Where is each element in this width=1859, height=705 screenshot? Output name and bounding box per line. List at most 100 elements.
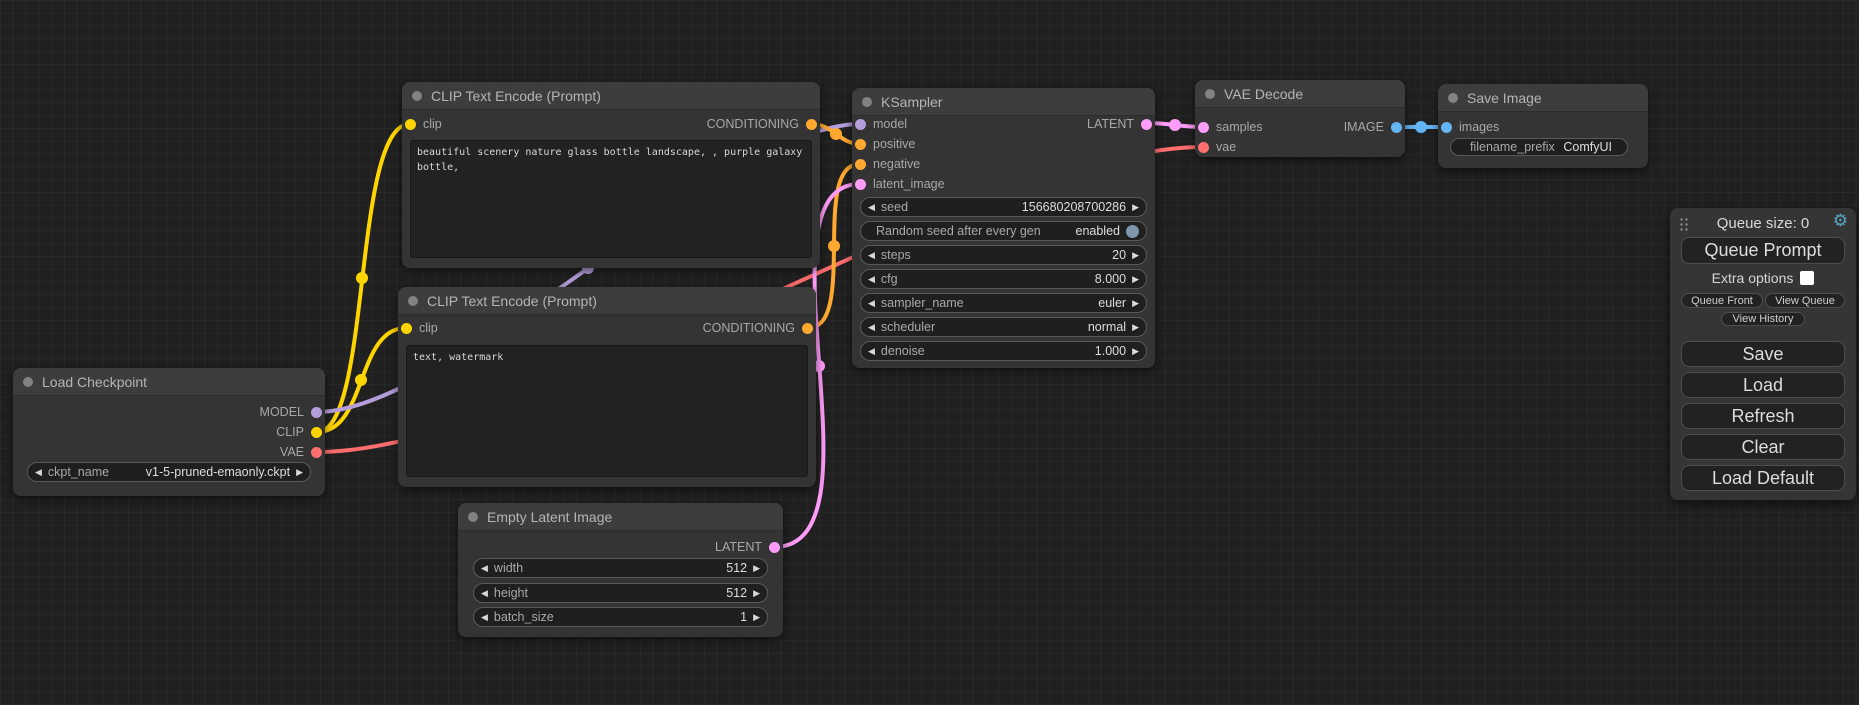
clip-port-icon[interactable] <box>401 323 412 334</box>
latent-port-icon[interactable] <box>769 542 780 553</box>
collapse-dot-icon[interactable] <box>862 97 872 107</box>
node-title-bar[interactable]: Load Checkpoint <box>13 368 325 396</box>
link-midpoint-dot[interactable] <box>355 374 367 386</box>
node-graph-canvas[interactable]: Load Checkpoint MODEL CLIP VAE ◀ ckpt_na… <box>0 0 1859 705</box>
scheduler-widget[interactable]: ◀ scheduler normal ▶ <box>860 317 1147 337</box>
link-midpoint-dot[interactable] <box>1169 119 1181 131</box>
image-port-icon[interactable] <box>1441 122 1452 133</box>
widget-label: height <box>494 586 528 600</box>
collapse-dot-icon[interactable] <box>23 377 33 387</box>
latent-port-icon[interactable] <box>1198 122 1209 133</box>
port-label: MODEL <box>260 405 304 419</box>
increment-arrow-icon[interactable]: ▶ <box>753 589 760 598</box>
increment-arrow-icon[interactable]: ▶ <box>296 468 303 477</box>
node-empty-latent-image[interactable]: Empty Latent Image LATENT ◀ width 512 ▶ … <box>458 503 783 637</box>
view-history-button[interactable]: View History <box>1721 312 1805 326</box>
conditioning-port-icon[interactable] <box>802 323 813 334</box>
increment-arrow-icon[interactable]: ▶ <box>1132 203 1139 212</box>
clear-button[interactable]: Clear <box>1681 434 1845 460</box>
save-button[interactable]: Save <box>1681 341 1845 367</box>
latent-port-icon[interactable] <box>855 179 866 190</box>
queue-prompt-button[interactable]: Queue Prompt <box>1681 237 1845 264</box>
latent-port-icon[interactable] <box>1141 119 1152 130</box>
clip-port-icon[interactable] <box>405 119 416 130</box>
extra-options-checkbox[interactable] <box>1800 271 1814 285</box>
conditioning-port-icon[interactable] <box>855 139 866 150</box>
input-samples: samples <box>1198 120 1263 134</box>
node-vae-decode[interactable]: VAE Decode samples vae IMAGE <box>1195 80 1405 157</box>
image-port-icon[interactable] <box>1391 122 1402 133</box>
node-clip-text-encode-negative[interactable]: CLIP Text Encode (Prompt) clip CONDITION… <box>398 287 816 487</box>
load-button[interactable]: Load <box>1681 372 1845 398</box>
cfg-widget[interactable]: ◀ cfg 8.000 ▶ <box>860 269 1147 289</box>
sampler-name-widget[interactable]: ◀ sampler_name euler ▶ <box>860 293 1147 313</box>
node-clip-text-encode-positive[interactable]: CLIP Text Encode (Prompt) clip CONDITION… <box>402 82 820 268</box>
increment-arrow-icon[interactable]: ▶ <box>1132 275 1139 284</box>
conditioning-port-icon[interactable] <box>806 119 817 130</box>
node-title-bar[interactable]: Empty Latent Image <box>458 503 783 531</box>
decrement-arrow-icon[interactable]: ◀ <box>35 468 42 477</box>
random-seed-widget[interactable]: Random seed after every gen enabled <box>860 221 1147 241</box>
link-midpoint-dot[interactable] <box>828 240 840 252</box>
link-midpoint-dot[interactable] <box>356 272 368 284</box>
queue-front-button[interactable]: Queue Front <box>1681 293 1763 308</box>
steps-widget[interactable]: ◀ steps 20 ▶ <box>860 245 1147 265</box>
model-port-icon[interactable] <box>311 407 322 418</box>
prompt-textarea[interactable]: text, watermark <box>406 345 808 477</box>
decrement-arrow-icon[interactable]: ◀ <box>868 347 875 356</box>
port-label: images <box>1459 120 1499 134</box>
batch-size-widget[interactable]: ◀ batch_size 1 ▶ <box>473 607 768 627</box>
node-title-bar[interactable]: CLIP Text Encode (Prompt) <box>398 287 816 315</box>
decrement-arrow-icon[interactable]: ◀ <box>481 613 488 622</box>
refresh-button[interactable]: Refresh <box>1681 403 1845 429</box>
height-widget[interactable]: ◀ height 512 ▶ <box>473 583 768 603</box>
node-save-image[interactable]: Save Image images filename_prefix ComfyU… <box>1438 84 1648 168</box>
port-label: CLIP <box>276 425 304 439</box>
collapse-dot-icon[interactable] <box>1205 89 1215 99</box>
width-widget[interactable]: ◀ width 512 ▶ <box>473 558 768 578</box>
link-midpoint-dot[interactable] <box>1415 121 1427 133</box>
collapse-dot-icon[interactable] <box>412 91 422 101</box>
denoise-widget[interactable]: ◀ denoise 1.000 ▶ <box>860 341 1147 361</box>
decrement-arrow-icon[interactable]: ◀ <box>481 564 488 573</box>
node-load-checkpoint[interactable]: Load Checkpoint MODEL CLIP VAE ◀ ckpt_na… <box>13 368 325 496</box>
toggle-dot-icon[interactable] <box>1126 225 1139 238</box>
filename-prefix-widget[interactable]: filename_prefix ComfyUI <box>1450 138 1628 156</box>
clip-port-icon[interactable] <box>311 427 322 438</box>
decrement-arrow-icon[interactable]: ◀ <box>868 203 875 212</box>
increment-arrow-icon[interactable]: ▶ <box>1132 323 1139 332</box>
widget-value: v1-5-pruned-emaonly.ckpt <box>146 465 290 479</box>
node-title-bar[interactable]: CLIP Text Encode (Prompt) <box>402 82 820 110</box>
collapse-dot-icon[interactable] <box>1448 93 1458 103</box>
increment-arrow-icon[interactable]: ▶ <box>1132 347 1139 356</box>
node-title-bar[interactable]: KSampler <box>852 88 1155 116</box>
decrement-arrow-icon[interactable]: ◀ <box>868 323 875 332</box>
node-ksampler[interactable]: KSampler model positive negative latent_… <box>852 88 1155 368</box>
decrement-arrow-icon[interactable]: ◀ <box>868 299 875 308</box>
increment-arrow-icon[interactable]: ▶ <box>753 613 760 622</box>
settings-gear-icon[interactable]: ⚙ <box>1833 212 1848 229</box>
increment-arrow-icon[interactable]: ▶ <box>1132 251 1139 260</box>
widget-label: seed <box>881 200 908 214</box>
increment-arrow-icon[interactable]: ▶ <box>1132 299 1139 308</box>
decrement-arrow-icon[interactable]: ◀ <box>868 251 875 260</box>
collapse-dot-icon[interactable] <box>408 296 418 306</box>
vae-port-icon[interactable] <box>311 447 322 458</box>
widget-label: scheduler <box>881 320 935 334</box>
collapse-dot-icon[interactable] <box>468 512 478 522</box>
seed-widget[interactable]: ◀ seed 156680208700286 ▶ <box>860 197 1147 217</box>
model-port-icon[interactable] <box>855 119 866 130</box>
conditioning-port-icon[interactable] <box>855 159 866 170</box>
decrement-arrow-icon[interactable]: ◀ <box>868 275 875 284</box>
widget-label: width <box>494 561 523 575</box>
ckpt-name-widget[interactable]: ◀ ckpt_name v1-5-pruned-emaonly.ckpt ▶ <box>27 462 311 482</box>
node-title-bar[interactable]: VAE Decode <box>1195 80 1405 108</box>
prompt-textarea[interactable]: beautiful scenery nature glass bottle la… <box>410 140 812 258</box>
decrement-arrow-icon[interactable]: ◀ <box>481 589 488 598</box>
increment-arrow-icon[interactable]: ▶ <box>753 564 760 573</box>
load-default-button[interactable]: Load Default <box>1681 465 1845 491</box>
vae-port-icon[interactable] <box>1198 142 1209 153</box>
node-title-bar[interactable]: Save Image <box>1438 84 1648 112</box>
view-queue-button[interactable]: View Queue <box>1765 293 1845 308</box>
link-midpoint-dot[interactable] <box>830 128 842 140</box>
